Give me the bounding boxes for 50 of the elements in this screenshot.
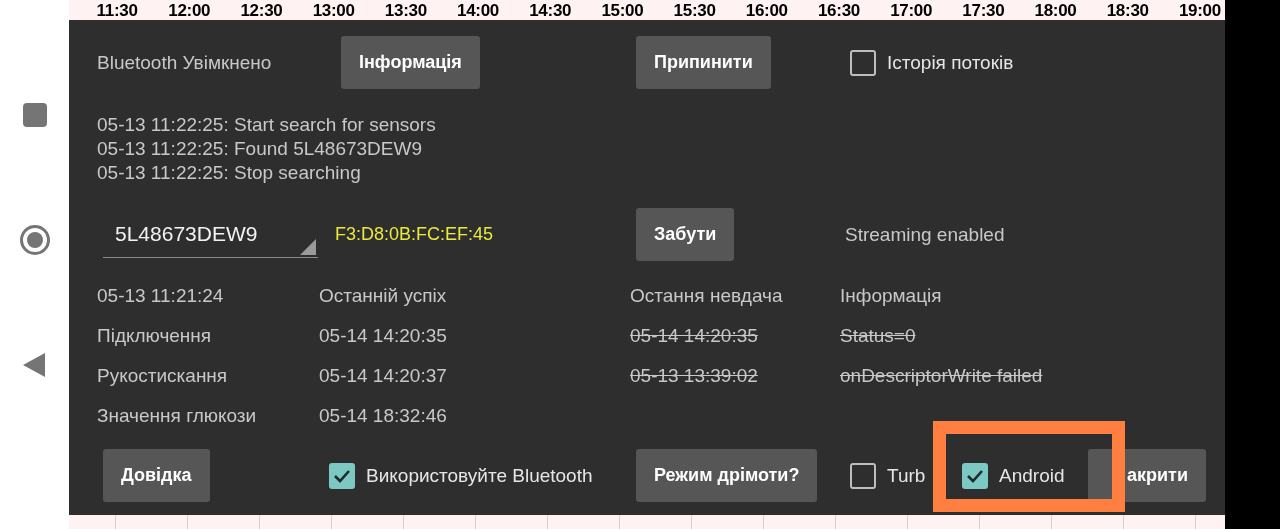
table-cell-text: Рукостискання [97, 364, 229, 388]
info-button[interactable]: Інформація [341, 36, 480, 89]
table-cell-text: 05-14 14:20:35 [630, 324, 759, 348]
column-header: 05-13 11:21:24 [97, 284, 225, 308]
column-header: Остання невдача [630, 284, 784, 308]
checkbox[interactable]: Історія потоків [850, 49, 1014, 76]
table-cell-text: onDescriptorWrite failed [840, 364, 1044, 388]
log-line: 05-13 11:22:25: Stop searching [97, 161, 362, 185]
time-label: 17:00 [889, 2, 934, 20]
time-label: 15:00 [600, 2, 645, 20]
time-label: 12:00 [167, 2, 212, 20]
stop-icon[interactable] [22, 103, 47, 127]
table-cell-text: 05-14 14:20:37 [319, 364, 448, 388]
bluetooth-status: Bluetooth Увімкнено [97, 51, 273, 74]
time-label: 19:00 [1177, 2, 1222, 20]
log-line: 05-13 11:22:25: Found 5L48673DEW9 [97, 137, 423, 161]
column-header: Останній успіх [319, 284, 448, 308]
streaming-status: Streaming enabled [845, 223, 1006, 246]
forget-button[interactable]: Забути [636, 208, 735, 261]
table-cell-text: 05-14 18:32:46 [319, 404, 448, 428]
time-label: 17:30 [961, 2, 1006, 20]
table-cell-text: 05-14 14:20:35 [319, 324, 448, 348]
time-label: 16:30 [816, 2, 861, 20]
mac-address: F3:D8:0B:FC:EF:45 [335, 224, 495, 245]
help-button[interactable]: Довідка [103, 449, 210, 502]
table-cell-text: Значення глюкози [97, 404, 258, 428]
log-line: 05-13 11:22:25: Start search for sensors [97, 113, 437, 137]
time-label: 13:30 [383, 2, 428, 20]
time-label: 16:00 [744, 2, 789, 20]
time-label: 14:00 [456, 2, 500, 20]
time-label: 13:00 [311, 2, 356, 20]
back-icon[interactable] [22, 353, 45, 377]
time-label: 15:30 [672, 2, 717, 20]
column-header: Інформація [840, 284, 943, 308]
table-cell-text: 05-13 13:39:02 [630, 364, 759, 388]
time-label: 18:30 [1105, 2, 1150, 20]
time-label: 18:00 [1033, 2, 1078, 20]
stop-button[interactable]: Припинити [636, 36, 771, 89]
table-cell-text: Підключення [97, 324, 213, 348]
table-cell-text: Status=0 [840, 324, 917, 348]
sensor-dropdown[interactable]: 5L48673DEW9 [103, 211, 318, 258]
dropdown-arrow-icon [300, 238, 316, 255]
time-label: 11:30 [95, 2, 139, 20]
time-label: 12:30 [239, 2, 284, 20]
checkbox[interactable]: Turb [850, 462, 926, 489]
home-icon[interactable] [18, 224, 51, 256]
checkbox[interactable]: Використовуйте Bluetooth [329, 462, 593, 489]
checkbox[interactable]: Android [962, 462, 1065, 489]
snooze-button[interactable]: Режим дрімоти? [636, 449, 818, 502]
time-label: 14:30 [528, 2, 573, 20]
